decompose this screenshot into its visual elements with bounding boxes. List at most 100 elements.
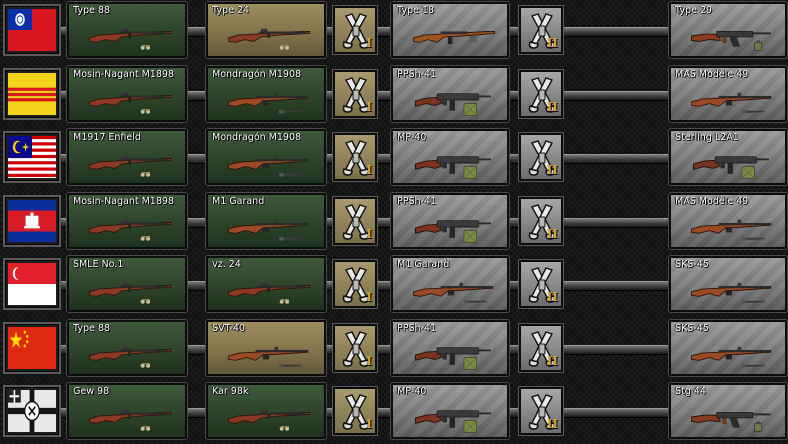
flag-china-icon (8, 326, 56, 369)
doctrine-tier-2-button[interactable]: II (519, 387, 563, 435)
semi-auto-rifle-icon (222, 336, 318, 372)
tech-card-t2[interactable]: vz. 24 (206, 256, 326, 312)
tier-numeral: II (546, 226, 558, 241)
submachine-gun-icon (407, 145, 503, 181)
tech-card-t4[interactable]: Sterling L2A1 (669, 129, 787, 185)
country-flag[interactable] (3, 321, 61, 374)
tech-card-title: MAS Modèle 49 (675, 195, 749, 207)
tech-card-t2[interactable]: M1 Garand (206, 192, 326, 249)
tier-numeral: I (366, 290, 372, 304)
tech-card-t3[interactable]: PPSh-41 (391, 65, 509, 122)
tech-card-t1[interactable]: Mosin-Nagant M1898 (67, 65, 187, 122)
tech-card-t3[interactable]: MP-40 (391, 129, 509, 185)
rifle-icon (407, 18, 503, 54)
tech-card-t2[interactable]: Type 24 (206, 2, 326, 58)
assault-rifle-icon (685, 399, 781, 435)
doctrine-tier-1-button[interactable]: I (333, 69, 377, 118)
doctrine-tier-1-button[interactable]: I (333, 196, 377, 245)
doctrine-tier-2-button[interactable]: II (519, 196, 563, 245)
tech-card-t3[interactable]: PPSh-41 (391, 192, 509, 249)
tech-card-t4[interactable]: Stg 44 (669, 383, 787, 439)
doctrine-tier-2-button[interactable]: II (519, 69, 563, 118)
tech-card-t3[interactable]: PPSh-41 (391, 319, 509, 376)
bolt-action-rifle-icon (83, 145, 179, 181)
tech-card-t4[interactable]: Type 29 (669, 2, 787, 58)
tech-card-title: Type 18 (397, 5, 434, 16)
tech-card-title: M1917 Enfield (73, 132, 141, 143)
tech-card-title: SVT-40 (212, 322, 245, 334)
country-flag[interactable] (3, 385, 61, 437)
tech-card-title: MP-40 (397, 386, 427, 397)
submachine-gun-icon (407, 82, 503, 118)
flag-german-reich-war-ensign-icon (8, 390, 56, 432)
tech-card-title: M1 Garand (397, 259, 450, 270)
country-flag[interactable] (3, 258, 61, 310)
tech-card-title: PPSh-41 (397, 68, 437, 80)
tech-card-title: Gew 98 (73, 386, 110, 397)
flag-south-vietnam-icon (8, 72, 56, 115)
tech-card-t3[interactable]: M1 Garand (391, 256, 509, 312)
tech-card-t3[interactable]: MP-40 (391, 383, 509, 439)
tech-card-t1[interactable]: Type 88 (67, 319, 187, 376)
tech-row: Gew 98 Kar 98k I MP-40 II Stg 44 (0, 381, 788, 439)
semi-auto-rifle-icon (685, 336, 781, 372)
bolt-action-rifle-icon (83, 209, 179, 245)
doctrine-tier-2-button[interactable]: II (519, 133, 563, 181)
country-flag[interactable] (3, 4, 61, 56)
tier-numeral: II (546, 353, 558, 368)
tech-card-t4[interactable]: MAS Modèle 49 (669, 192, 787, 249)
tier-numeral: I (366, 36, 372, 50)
tech-card-t1[interactable]: Gew 98 (67, 383, 187, 439)
tier-numeral: II (546, 36, 558, 50)
tech-card-title: MP-40 (397, 132, 427, 143)
flag-malaysia-icon (8, 136, 56, 178)
tier-numeral: II (546, 290, 558, 304)
doctrine-tier-1-button[interactable]: I (333, 387, 377, 435)
doctrine-tier-2-button[interactable]: II (519, 260, 563, 308)
bolt-action-rifle-icon (83, 399, 179, 435)
doctrine-tier-2-button[interactable]: II (519, 6, 563, 54)
semi-auto-rifle-icon (685, 272, 781, 308)
semi-auto-rifle-icon (222, 82, 318, 118)
bolt-action-rifle-icon (222, 272, 318, 308)
tech-card-title: PPSh-41 (397, 195, 437, 207)
country-flag[interactable] (3, 67, 61, 120)
doctrine-tier-1-button[interactable]: I (333, 133, 377, 181)
semi-auto-rifle-icon (685, 209, 781, 245)
bolt-action-rifle-icon (83, 272, 179, 308)
tech-card-t2[interactable]: Mondragón M1908 (206, 65, 326, 122)
doctrine-tier-1-button[interactable]: I (333, 6, 377, 54)
tier-numeral: II (546, 99, 558, 114)
tech-row: Mosin-Nagant M1898 M1 Garand I PPSh-41 II MAS… (0, 191, 788, 249)
tech-card-title: Mosin-Nagant M1898 (73, 68, 174, 80)
bolt-action-rifle-icon (222, 399, 318, 435)
country-flag[interactable] (3, 131, 61, 183)
tech-card-t1[interactable]: Type 88 (67, 2, 187, 58)
tech-card-t1[interactable]: Mosin-Nagant M1898 (67, 192, 187, 249)
tech-card-t2[interactable]: Kar 98k (206, 383, 326, 439)
tech-card-title: Mondragón M1908 (212, 132, 302, 143)
tech-card-title: Sterling L2A1 (675, 132, 739, 143)
bolt-action-rifle-icon (83, 18, 179, 54)
tech-card-t3[interactable]: Type 18 (391, 2, 509, 58)
semi-auto-rifle-icon (685, 82, 781, 118)
tech-card-t4[interactable]: SKS-45 (669, 256, 787, 312)
flag-singapore-icon (8, 263, 56, 305)
submachine-gun-icon (685, 145, 781, 181)
tech-card-title: SKS-45 (675, 322, 709, 334)
tech-card-t2[interactable]: SVT-40 (206, 319, 326, 376)
doctrine-tier-1-button[interactable]: I (333, 323, 377, 372)
semi-auto-rifle-icon (222, 209, 318, 245)
tech-card-t2[interactable]: Mondragón M1908 (206, 129, 326, 185)
tech-card-t1[interactable]: SMLE No.1 (67, 256, 187, 312)
country-flag[interactable] (3, 194, 61, 247)
bolt-action-rifle-icon (83, 82, 179, 118)
submachine-gun-icon (407, 399, 503, 435)
doctrine-tier-2-button[interactable]: II (519, 323, 563, 372)
tech-card-t4[interactable]: SKS-45 (669, 319, 787, 376)
tech-card-t4[interactable]: MAS Modèle 49 (669, 65, 787, 122)
tech-card-title: Mondragón M1908 (212, 68, 302, 80)
flag-taiwan-icon (8, 9, 56, 51)
doctrine-tier-1-button[interactable]: I (333, 260, 377, 308)
tech-card-t1[interactable]: M1917 Enfield (67, 129, 187, 185)
